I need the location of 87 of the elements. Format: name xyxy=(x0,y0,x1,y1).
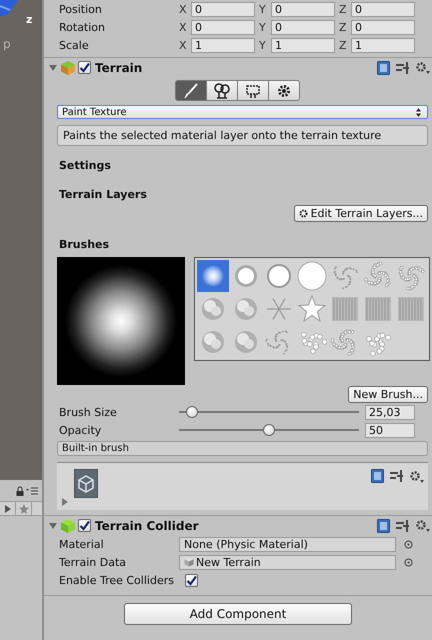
terrain-component-icon xyxy=(60,60,76,76)
help-book-icon[interactable] xyxy=(371,469,384,483)
add-component-button[interactable]: Add Component xyxy=(124,603,352,625)
section-heading: Brushes xyxy=(58,238,110,251)
brush-thumbnail[interactable] xyxy=(197,260,229,292)
section-heading: Terrain Layers xyxy=(58,188,148,201)
presets-icon[interactable] xyxy=(396,62,409,74)
component-title: Terrain Collider xyxy=(95,518,200,532)
play-icon[interactable] xyxy=(4,504,10,512)
number-field[interactable]: 0 xyxy=(351,20,415,34)
tool-tab[interactable] xyxy=(268,80,300,101)
number-field[interactable]: 1 xyxy=(191,38,255,52)
lock-icon[interactable] xyxy=(16,486,24,496)
axis-label: Y xyxy=(259,2,267,16)
axis-label: X xyxy=(179,2,188,16)
number-field[interactable]: 0 xyxy=(191,2,255,16)
help-box: Paints the selected material layer onto the terrain texture xyxy=(57,125,428,146)
tool-tab[interactable] xyxy=(237,80,269,101)
settings-icon[interactable] xyxy=(409,470,424,482)
expand-arrow-icon[interactable] xyxy=(60,497,70,507)
trees-icon xyxy=(214,82,230,98)
presets-icon[interactable] xyxy=(390,470,403,482)
field-label: Scale xyxy=(58,38,90,52)
gear-icon xyxy=(298,209,308,218)
slider-thumb[interactable] xyxy=(263,424,275,436)
checkbox[interactable] xyxy=(185,574,198,586)
axis-label: z xyxy=(26,13,32,26)
expand-arrow-icon[interactable] xyxy=(48,520,58,530)
axis-label: X xyxy=(179,20,188,34)
enable-checkbox[interactable] xyxy=(78,61,91,74)
object-field[interactable]: New Terrain xyxy=(179,554,396,570)
scene-label: p xyxy=(3,37,11,51)
field-label: Material xyxy=(58,538,105,550)
field-label: Terrain Data xyxy=(58,556,127,568)
expand-arrow-icon[interactable] xyxy=(48,62,58,72)
help-book-icon[interactable] xyxy=(377,518,390,532)
field-label: Position xyxy=(58,2,103,16)
number-field[interactable]: 0 xyxy=(191,20,255,34)
gear-icon xyxy=(276,82,292,98)
collider-component-icon xyxy=(60,518,76,534)
number-field[interactable]: 0 xyxy=(271,2,335,16)
settings-icon[interactable] xyxy=(415,519,430,532)
dropdown-arrows-icon xyxy=(416,108,421,116)
object-field[interactable]: None (Physic Material) xyxy=(179,536,396,552)
slider-track[interactable] xyxy=(179,424,359,436)
star-icon[interactable] xyxy=(18,504,28,514)
checkmark-icon xyxy=(79,62,90,73)
menu-icon[interactable] xyxy=(26,486,38,494)
field-label: Enable Tree Colliders xyxy=(58,574,175,586)
brush-thumbnail[interactable] xyxy=(296,293,328,325)
number-field[interactable]: 50 xyxy=(365,422,415,438)
enable-checkbox[interactable] xyxy=(78,519,91,532)
brush-thumbnail[interactable] xyxy=(296,260,328,292)
number-field[interactable]: 25,03 xyxy=(365,404,415,420)
section-heading: Settings xyxy=(58,159,112,172)
scene-view[interactable]: z p xyxy=(0,0,42,480)
number-field[interactable]: 1 xyxy=(271,38,335,52)
asset-cube-icon xyxy=(184,557,194,567)
slider-track[interactable] xyxy=(179,406,359,418)
axis-label: Y xyxy=(259,38,267,52)
mode-dropdown[interactable]: Paint Texture xyxy=(57,105,428,119)
paintbrush-icon xyxy=(183,82,199,98)
grass-icon xyxy=(245,82,261,98)
unity-asset-icon xyxy=(74,469,98,498)
axis-label: Z xyxy=(339,2,348,16)
number-field[interactable]: 0 xyxy=(351,2,415,16)
tool-tab[interactable] xyxy=(206,80,238,101)
slider-thumb[interactable] xyxy=(186,406,198,418)
field-label: Brush Size xyxy=(58,406,118,418)
brush-source-label: Built-in brush xyxy=(57,441,428,456)
number-field[interactable]: 1 xyxy=(351,38,415,52)
component-title: Terrain xyxy=(95,60,144,74)
tool-tab[interactable] xyxy=(175,80,207,101)
checkmark-icon xyxy=(79,520,90,531)
settings-icon[interactable] xyxy=(415,61,430,74)
field-label: Opacity xyxy=(58,424,102,436)
new-brush-button[interactable]: New Brush... xyxy=(348,386,428,403)
edit-terrain-layers-button[interactable]: Edit Terrain Layers... xyxy=(294,205,428,222)
axis-label: Z xyxy=(339,38,348,52)
axis-label: X xyxy=(179,38,188,52)
field-label: Rotation xyxy=(58,20,106,34)
presets-icon[interactable] xyxy=(396,520,409,532)
help-book-icon[interactable] xyxy=(377,60,390,74)
number-field[interactable]: 0 xyxy=(271,20,335,34)
axis-label: Y xyxy=(259,20,267,34)
axis-label: Z xyxy=(339,20,348,34)
checkmark-icon xyxy=(186,574,197,586)
